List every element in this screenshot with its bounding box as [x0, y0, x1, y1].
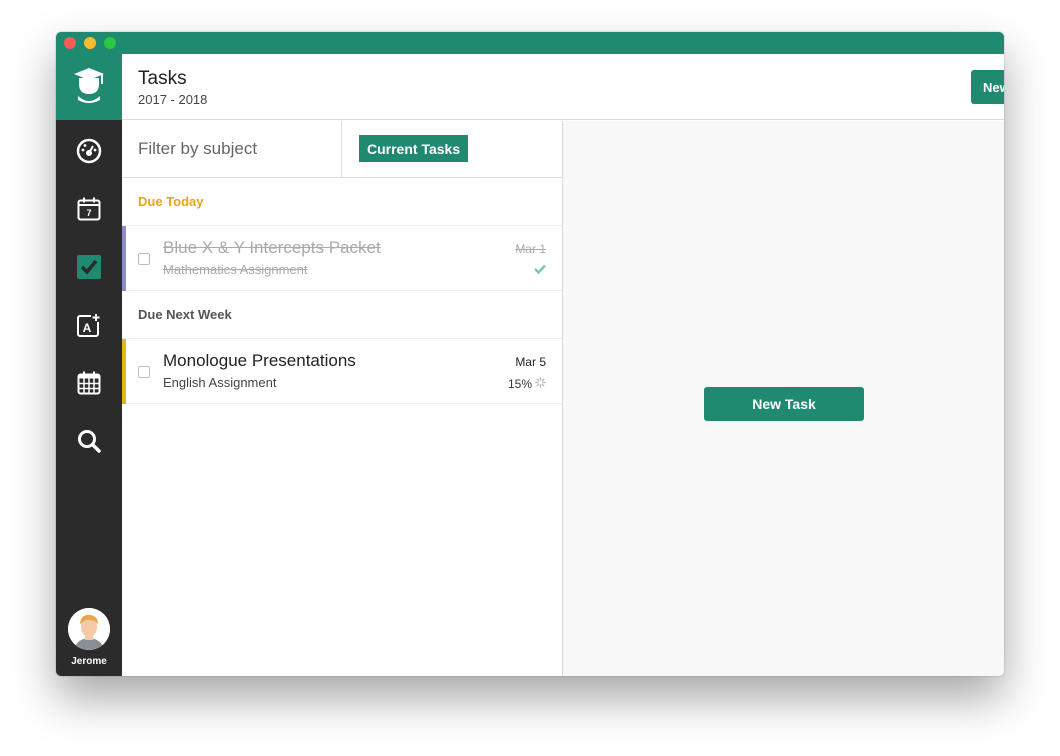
task-detail-pane: New Task: [563, 121, 1004, 676]
user-avatar[interactable]: [68, 608, 110, 650]
task-due-date: Mar 1: [515, 242, 546, 256]
task-complete-checkbox[interactable]: [138, 253, 150, 265]
checkmark-icon: [534, 263, 546, 277]
minimize-window-button[interactable]: [84, 37, 96, 49]
new-task-button-detail[interactable]: New Task: [704, 387, 864, 421]
nav-add-subject[interactable]: A: [73, 311, 105, 343]
window-titlebar: [56, 32, 1004, 54]
task-list-pane: Current Tasks Due Today Blue X & Y Inter…: [122, 121, 563, 676]
subject-filter-input[interactable]: [122, 121, 342, 177]
add-subject-icon: A: [76, 312, 102, 343]
task-title: Monologue Presentations: [163, 351, 356, 370]
progress-spinner-icon: [535, 377, 546, 391]
svg-text:A: A: [83, 321, 92, 335]
task-row[interactable]: Blue X & Y Intercepts Packet Mathematics…: [122, 226, 562, 291]
app-window: 7 A Jerome Tasks 2017 - 2018 Ne Filter b…: [56, 32, 1004, 676]
task-subject: Mathematics Assignment: [163, 262, 308, 277]
user-name: Jerome: [71, 656, 107, 667]
task-status: [534, 263, 546, 277]
task-due-date: Mar 5: [515, 355, 546, 369]
filter-bar: Current Tasks: [122, 121, 562, 178]
graduation-cap-icon: [72, 66, 106, 109]
calendar-day-icon: 7: [76, 196, 102, 227]
task-status: 15%: [508, 377, 546, 391]
page-header: Tasks 2017 - 2018 New Task: [122, 54, 1004, 120]
dashboard-icon: [76, 138, 102, 169]
schedule-grid-icon: [76, 370, 102, 401]
tab-current-tasks[interactable]: Current Tasks: [359, 135, 469, 162]
page-title: Tasks: [138, 68, 187, 89]
svg-text:7: 7: [86, 208, 91, 218]
search-icon: [76, 428, 102, 459]
zoom-window-button[interactable]: [104, 37, 116, 49]
task-progress: 15%: [507, 377, 532, 391]
tasks-check-icon: [76, 254, 102, 285]
nav-calendar-day[interactable]: 7: [73, 195, 105, 227]
new-task-button[interactable]: New Task: [971, 70, 1004, 104]
school-year: 2017 - 2018: [138, 92, 208, 107]
subject-color-bar: [122, 339, 126, 404]
task-complete-checkbox[interactable]: [138, 366, 150, 378]
nav-tasks[interactable]: [73, 253, 105, 285]
section-due-next-week: Due Next Week: [122, 291, 562, 339]
nav-dashboard[interactable]: [73, 137, 105, 169]
close-window-button[interactable]: [64, 37, 76, 49]
nav-schedule[interactable]: [73, 369, 105, 401]
sidebar: 7 A Jerome: [56, 54, 122, 676]
nav-search[interactable]: [73, 427, 105, 459]
task-title: Blue X & Y Intercepts Packet: [163, 238, 381, 257]
task-row[interactable]: Monologue Presentations English Assignme…: [122, 339, 562, 404]
app-logo[interactable]: [56, 54, 122, 120]
task-subject: English Assignment: [163, 375, 277, 390]
section-due-today: Due Today: [122, 178, 562, 226]
subject-color-bar: [122, 226, 126, 291]
